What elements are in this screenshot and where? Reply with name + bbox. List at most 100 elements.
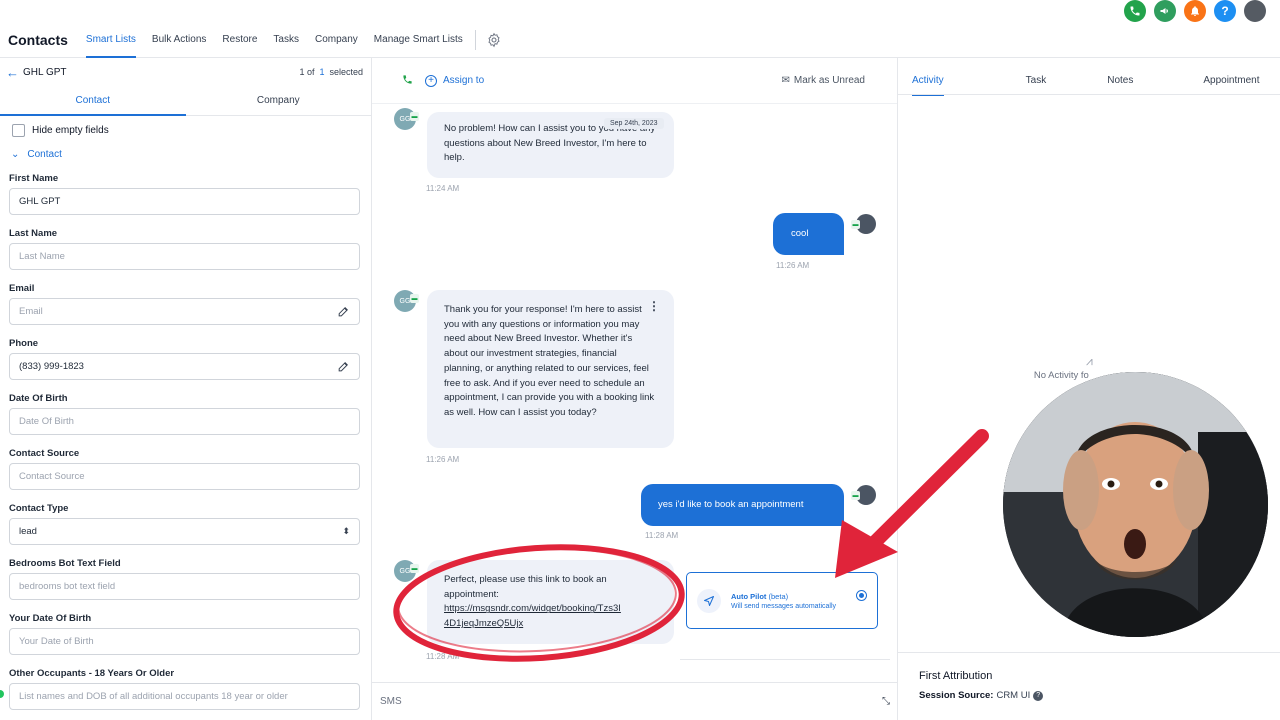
more-options-icon[interactable]: ⋮ <box>648 299 660 313</box>
chat-badge-icon: ▬ <box>410 112 419 121</box>
conversation-panel: + Assign to ✉ Mark as Unread GG ▬ No proble… <box>372 58 898 720</box>
collapse-icon[interactable]: ⤡ <box>882 696 890 707</box>
section-label: Contact <box>27 149 62 160</box>
message-bubble-in: Thank you for your response! I'm here to… <box>427 290 674 448</box>
booking-link[interactable]: https://msgsndr.com/widget/booking/Tzs3I… <box>444 603 621 629</box>
field-bedrooms-bot: Bedrooms Bot Text Field bedrooms bot tex… <box>0 558 371 600</box>
chat-badge-icon: ▬ <box>410 294 419 303</box>
back-arrow-icon[interactable]: ← <box>6 65 19 80</box>
field-other-occupants: Other Occupants - 18 Years Or Older List… <box>0 668 371 710</box>
message-composer[interactable]: SMS ⤡ <box>372 682 897 720</box>
tab-task[interactable]: Task <box>1026 58 1047 95</box>
chevron-down-icon: ⌄ <box>11 149 20 160</box>
other-occupants-input[interactable]: List names and DOB of all additional occ… <box>9 683 360 710</box>
chat-badge-icon: ▬ <box>851 491 860 500</box>
chat-badge-icon: ▬ <box>851 220 860 229</box>
plus-circle-icon: + <box>425 74 437 87</box>
session-source: Session Source: CRM UI? <box>919 690 1044 701</box>
field-date-of-birth: Date Of Birth Date Of Birth <box>0 393 371 435</box>
activity-tabs: Activity Task Notes Appointment <box>898 58 1280 96</box>
edit-pencil-icon[interactable] <box>337 305 350 318</box>
field-first-name: First Name GHL GPT <box>0 173 371 215</box>
tab-appointment[interactable]: Appointment <box>1203 58 1259 95</box>
field-last-name: Last Name Last Name <box>0 228 371 270</box>
message-time: 11:28 AM <box>645 531 679 540</box>
contact-type-select[interactable]: lead ⬍ <box>9 518 360 545</box>
message-time: 11:26 AM <box>426 455 460 464</box>
last-name-input[interactable]: Last Name <box>9 243 360 270</box>
phone-call-icon[interactable] <box>1124 0 1146 22</box>
nav-restore[interactable]: Restore <box>222 22 257 58</box>
avatar: GG ▬ <box>394 290 419 312</box>
envelope-icon: ✉ <box>781 75 790 86</box>
field-email: Email Email <box>0 283 371 325</box>
date-chip: Sep 24th, 2023 <box>604 118 664 129</box>
autopilot-radio[interactable] <box>856 590 867 601</box>
phone-input[interactable]: (833) 999-1823 <box>9 353 360 380</box>
message-time: 11:28 AM <box>426 652 460 661</box>
tab-company[interactable]: Company <box>186 86 372 115</box>
gear-icon[interactable] <box>486 32 502 48</box>
message-bubble-in: Perfect, please use this link to book an… <box>427 560 674 644</box>
message-bubble-out: yes i'd like to book an appointment <box>641 484 844 526</box>
user-avatar[interactable] <box>1244 0 1266 22</box>
hide-empty-fields-row: Hide empty fields <box>0 116 371 137</box>
field-your-date-of-birth: Your Date Of Birth Your Date of Birth <box>0 613 371 655</box>
tab-activity[interactable]: Activity <box>912 58 944 96</box>
avatar: ▬ <box>851 214 876 234</box>
message-time: 11:24 AM <box>426 184 460 193</box>
app-header: Contacts Smart Lists Bulk Actions Restor… <box>0 22 1280 58</box>
hide-empty-label: Hide empty fields <box>32 125 109 136</box>
assign-to-button[interactable]: + Assign to <box>425 74 781 87</box>
nav-divider <box>474 29 476 50</box>
mark-as-unread-button[interactable]: ✉ Mark as Unread <box>781 75 865 86</box>
nav-company[interactable]: Company <box>315 22 358 58</box>
nav-bulk-actions[interactable]: Bulk Actions <box>152 22 206 58</box>
field-phone: Phone (833) 999-1823 <box>0 338 371 380</box>
contact-header: ← GHL GPT 1 of 1 selected <box>0 58 371 86</box>
tab-contact[interactable]: Contact <box>0 86 186 116</box>
tab-notes[interactable]: Notes <box>1107 58 1133 95</box>
contact-name: GHL GPT <box>23 66 67 78</box>
contact-section-toggle[interactable]: ⌄ Contact <box>0 137 371 160</box>
contact-source-input[interactable]: Contact Source <box>9 463 360 490</box>
autopilot-option[interactable]: Auto Pilot (beta) Will send messages aut… <box>686 572 878 629</box>
autopilot-title: Auto Pilot <box>731 591 767 601</box>
page-title: Contacts <box>8 31 68 48</box>
conversation-toolbar: + Assign to ✉ Mark as Unread <box>372 58 897 104</box>
avatar: ▬ <box>851 485 876 505</box>
autopilot-subtitle: Will send messages automatically <box>731 602 837 610</box>
divider <box>898 652 1280 653</box>
megaphone-icon[interactable] <box>1154 0 1176 22</box>
message-time: 11:26 AM <box>776 261 810 270</box>
email-input[interactable]: Email <box>9 298 360 325</box>
your-date-of-birth-input[interactable]: Your Date of Birth <box>9 628 360 655</box>
composer-channel: SMS <box>380 696 402 707</box>
date-of-birth-input[interactable]: Date Of Birth <box>9 408 360 435</box>
select-arrows-icon: ⬍ <box>342 526 350 536</box>
nav-smart-lists[interactable]: Smart Lists <box>85 22 136 58</box>
phone-icon[interactable] <box>402 74 413 88</box>
bedrooms-bot-input[interactable]: bedrooms bot text field <box>9 573 360 600</box>
avatar: GG ▬ <box>394 560 419 582</box>
chat-badge-icon: ▬ <box>410 564 419 573</box>
first-name-input[interactable]: GHL GPT <box>9 188 360 215</box>
edit-pencil-icon[interactable] <box>337 360 350 373</box>
reaction-face-image <box>1003 372 1268 637</box>
message-bubble-out: cool <box>773 213 844 255</box>
nav-manage-smart-lists[interactable]: Manage Smart Lists <box>374 22 463 58</box>
empty-state: ⩘ No Activity fo <box>1030 354 1093 381</box>
help-icon[interactable]: ? <box>1214 0 1236 22</box>
contact-tabs: Contact Company <box>0 86 371 116</box>
field-contact-source: Contact Source Contact Source <box>0 448 371 490</box>
selection-count: 1 of 1 selected <box>299 67 363 77</box>
nav-tasks[interactable]: Tasks <box>273 22 299 58</box>
bell-icon[interactable] <box>1184 0 1206 22</box>
help-icon[interactable]: ? <box>1033 690 1044 701</box>
contact-details-panel: ← GHL GPT 1 of 1 selected Contact Company … <box>0 58 372 720</box>
hide-empty-checkbox[interactable] <box>12 124 25 137</box>
divider <box>680 659 890 660</box>
empty-state-text: No Activity fo <box>1033 370 1089 381</box>
chart-icon: ⩘ <box>1086 354 1093 368</box>
avatar: GG ▬ <box>394 108 419 130</box>
